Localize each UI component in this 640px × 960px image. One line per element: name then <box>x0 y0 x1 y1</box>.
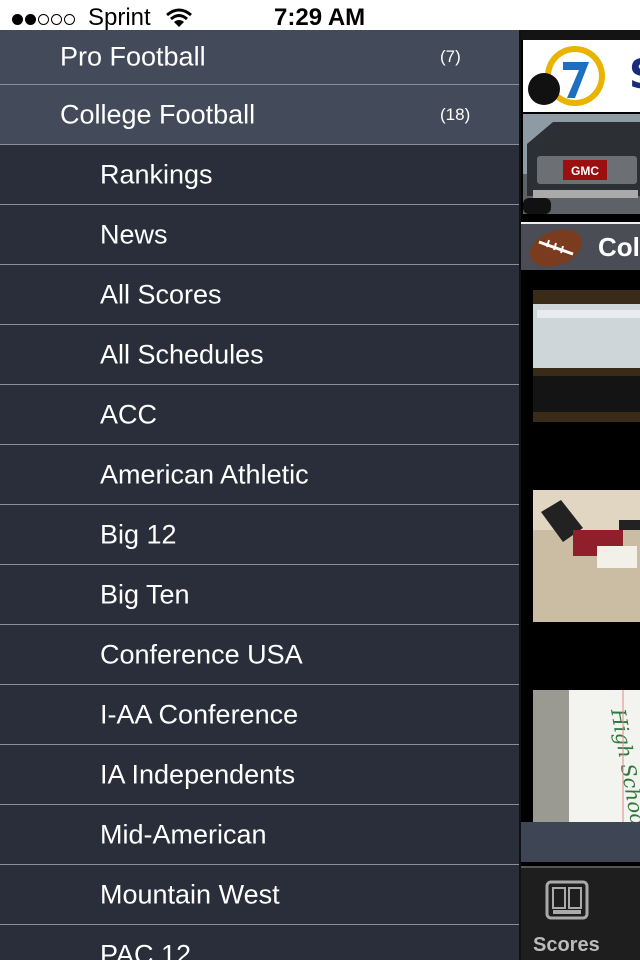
content-footer <box>521 822 640 862</box>
menu-item-big-12[interactable]: Big 12 <box>0 505 519 565</box>
menu-item-ia-independents[interactable]: IA Independents <box>0 745 519 805</box>
menu-item-american-athletic[interactable]: American Athletic <box>0 445 519 505</box>
menu-item-label: Mountain West <box>100 879 280 909</box>
menu-item-label: Mid-American <box>100 819 267 849</box>
status-time: 7:29 AM <box>274 4 366 31</box>
menu-item-acc[interactable]: ACC <box>0 385 519 445</box>
menu-item-pac-12[interactable]: PAC 12 <box>0 925 519 960</box>
menu-item-mountain-west[interactable]: Mountain West <box>0 865 519 925</box>
brand-partial: S <box>629 52 640 98</box>
equipment-photo-icon <box>533 490 640 622</box>
video-thumbnail[interactable]: High School <box>533 690 640 822</box>
menu-item-i-aa-conference[interactable]: I-AA Conference <box>0 685 519 745</box>
menu-item-label: ACC <box>100 399 158 429</box>
menu-item-label: Conference USA <box>100 639 303 669</box>
scoreboard-icon <box>545 880 589 920</box>
menu-item-rankings[interactable]: Rankings <box>0 145 519 205</box>
menu-item-pro-football[interactable]: Pro Football (7) <box>0 30 519 85</box>
menu-item-conference-usa[interactable]: Conference USA <box>0 625 519 685</box>
menu-item-news[interactable]: News <box>0 205 519 265</box>
menu-item-label: I-AA Conference <box>100 699 299 729</box>
laptop-photo-icon <box>533 290 640 422</box>
truck-image-icon: GMC <box>523 114 640 214</box>
menu-item-label: Big Ten <box>100 579 190 609</box>
menu-item-big-ten[interactable]: Big Ten <box>0 565 519 625</box>
menu-item-label: Pro Football <box>60 41 206 72</box>
section-header: Coll <box>521 222 640 270</box>
carrier-name: Sprint <box>88 4 151 31</box>
menu-item-label: IA Independents <box>100 759 296 789</box>
main-content-peek[interactable]: S GMC Coll <box>519 0 640 960</box>
tab-bar: Scores <box>521 866 640 960</box>
menu-item-label: News <box>100 219 168 249</box>
menu-item-all-schedules[interactable]: All Schedules <box>0 325 519 385</box>
menu-item-label: Big 12 <box>100 519 177 549</box>
menu-item-mid-american[interactable]: Mid-American <box>0 805 519 865</box>
menu-item-label: All Scores <box>100 279 222 309</box>
tab-label: Scores <box>533 934 600 956</box>
menu-item-count: (18) <box>440 104 471 124</box>
whiteboard-photo-icon: High School <box>533 690 640 822</box>
menu-item-label: PAC 12 <box>100 939 192 960</box>
menu-item-all-scores[interactable]: All Scores <box>0 265 519 325</box>
football-icon <box>529 229 583 267</box>
menu-item-label: American Athletic <box>100 459 309 489</box>
section-title: Coll <box>598 232 640 262</box>
abc7-logo-icon <box>528 46 605 106</box>
wifi-icon <box>166 8 192 27</box>
signal-strength-icon <box>12 14 75 25</box>
menu-item-label: All Schedules <box>100 339 264 369</box>
station-banner: S <box>523 40 640 112</box>
ad-banner[interactable]: GMC <box>523 114 640 214</box>
side-menu: Pro Football (7) College Football (18) R… <box>0 30 519 960</box>
status-bar: Sprint 7:29 AM <box>0 0 640 31</box>
video-thumbnail[interactable] <box>533 490 640 622</box>
menu-item-label: College Football <box>60 99 256 129</box>
menu-item-label: Rankings <box>100 159 213 189</box>
menu-item-count: (7) <box>440 47 461 66</box>
menu-item-college-football[interactable]: College Football (18) <box>0 85 519 145</box>
video-thumbnail[interactable] <box>533 290 640 422</box>
ad-brand-text: GMC <box>571 164 599 178</box>
